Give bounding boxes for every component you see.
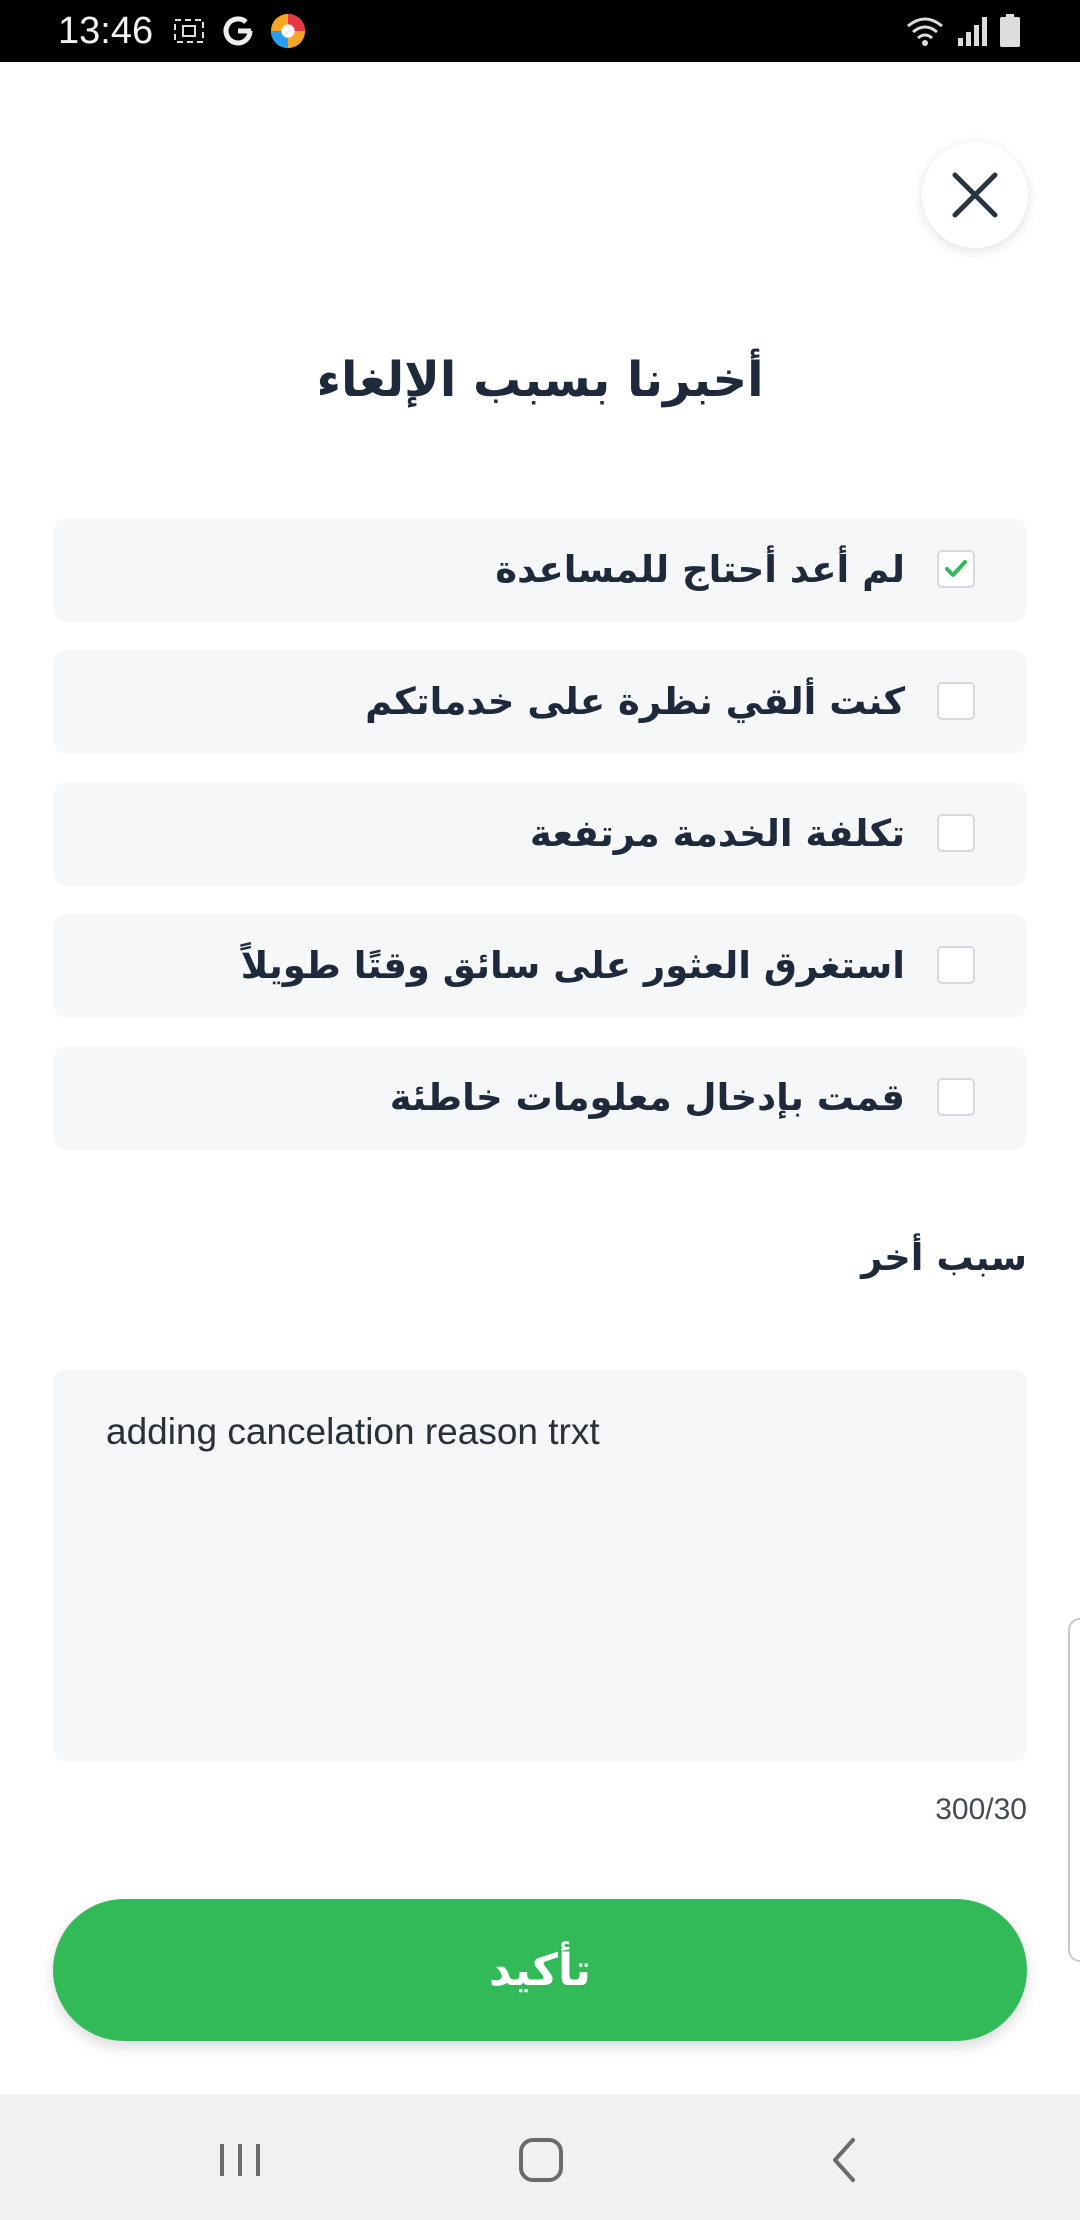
reason-option-label: قمت بإدخال معلومات خاطئة <box>389 1076 905 1119</box>
reason-option[interactable]: كنت ألقي نظرة على خدماتكم <box>53 650 1027 754</box>
signal-icon <box>958 17 987 46</box>
confirm-button[interactable]: تأكيد <box>53 1899 1027 2041</box>
char-counter: 300/30 <box>935 1793 1027 1826</box>
reason-checkbox[interactable] <box>937 946 975 984</box>
home-icon[interactable] <box>511 2130 571 2190</box>
wifi-icon <box>907 17 943 46</box>
reason-option-label: لم أعد أحتاج للمساعدة <box>495 548 905 591</box>
reason-checkbox[interactable] <box>937 550 975 588</box>
browser-icon <box>270 13 306 49</box>
reason-option-label: تكلفة الخدمة مرتفعة <box>529 812 905 855</box>
battery-icon <box>1000 14 1020 47</box>
edge-panel-handle[interactable] <box>1068 1618 1080 1962</box>
reason-option[interactable]: تكلفة الخدمة مرتفعة <box>53 782 1027 886</box>
reason-option-label: استغرق العثور على سائق وقتًا طويلاً <box>240 944 905 987</box>
checkmark-icon <box>945 560 967 577</box>
status-time: 13:46 <box>58 10 154 52</box>
navigation-bar <box>0 2094 1080 2220</box>
other-reason-input[interactable]: adding cancelation reason trxt <box>53 1369 1027 1762</box>
reason-option-label: كنت ألقي نظرة على خدماتكم <box>365 680 905 723</box>
close-icon <box>952 172 998 218</box>
reason-checkbox[interactable] <box>937 682 975 720</box>
recent-apps-icon[interactable] <box>210 2130 270 2190</box>
reason-checkbox[interactable] <box>937 814 975 852</box>
dialog-title: أخبرنا بسبب الإلغاء <box>316 352 764 408</box>
status-bar: 13:46 <box>0 0 1080 62</box>
reason-option[interactable]: استغرق العثور على سائق وقتًا طويلاً <box>53 914 1027 1018</box>
reason-checkbox[interactable] <box>937 1078 975 1116</box>
other-reason-text[interactable]: adding cancelation reason trxt <box>106 1409 600 1455</box>
screenshot-icon <box>174 19 204 43</box>
google-icon <box>223 16 253 46</box>
close-button[interactable] <box>922 142 1028 248</box>
reason-option[interactable]: قمت بإدخال معلومات خاطئة <box>53 1046 1027 1150</box>
other-reason-label: سبب أخر <box>861 1236 1027 1279</box>
back-icon[interactable] <box>815 2130 875 2190</box>
reason-option[interactable]: لم أعد أحتاج للمساعدة <box>53 518 1027 622</box>
